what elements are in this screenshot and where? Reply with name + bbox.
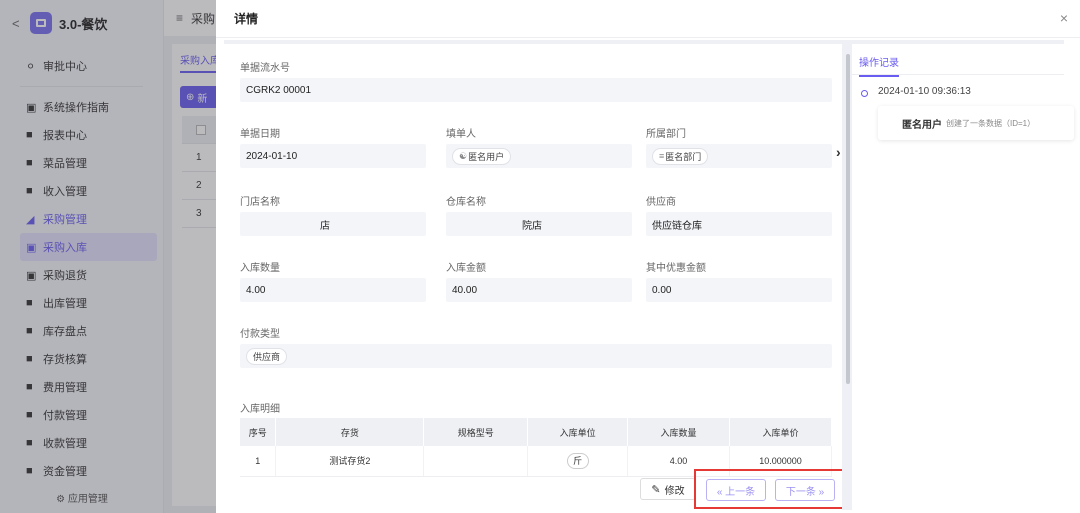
pay-type-chip: 供应商 — [246, 347, 288, 365]
column-header: 存货 — [275, 418, 425, 446]
history-divider — [852, 74, 1064, 75]
serial-value: CGRK2 00001 — [240, 78, 832, 102]
user-name: 匿名用户 — [468, 151, 505, 162]
user-icon: ☯ — [459, 150, 468, 161]
field-dept: 所属部门 ≡ 匿名部门 — [646, 126, 832, 168]
org-icon: ≡ — [659, 151, 665, 161]
qty-value: 4.00 — [240, 278, 426, 302]
drawer-header: 详情 — [216, 0, 1080, 38]
user-chip: ☯ 匿名用户 — [452, 147, 512, 165]
field-label: 仓库名称 — [446, 197, 486, 208]
field-label: 入库数量 — [240, 263, 280, 274]
field-label: 填单人 — [446, 129, 476, 140]
date-value: 2024-01-10 — [240, 144, 426, 168]
supplier-value: 供应链仓库 — [646, 212, 832, 236]
field-store: 门店名称 店 — [240, 194, 426, 236]
history-user: 匿名用户 — [902, 119, 942, 131]
pencil-icon: ✎ — [651, 483, 661, 496]
field-serial: 单据流水号 CGRK2 00001 — [240, 60, 832, 102]
column-header: 入库单位 — [527, 418, 629, 446]
field-label: 门店名称 — [240, 197, 280, 208]
detail-drawer: 详情 × 单据流水号 CGRK2 00001 单据日期 2024-01-10 填… — [216, 0, 1080, 513]
field-label: 所属部门 — [646, 129, 686, 140]
dept-name: 匿名部门 — [665, 151, 702, 162]
warehouse-value: 院店 — [446, 212, 632, 236]
filler-value: ☯ 匿名用户 — [446, 144, 632, 168]
field-date: 单据日期 2024-01-10 — [240, 126, 426, 168]
form-scrollbar[interactable] — [846, 54, 850, 384]
history-action: 创建了一条数据（ID=1） — [946, 118, 1036, 128]
edit-button-label: 修改 — [664, 485, 685, 497]
field-label: 供应商 — [646, 197, 676, 208]
warehouse-name: 院店 — [522, 220, 542, 232]
history-panel: 操作记录 2024-01-10 09:36:13 匿名用户 创建了一条数据（ID… — [852, 44, 1074, 510]
field-amount: 入库金额 40.00 — [446, 260, 632, 302]
unit-tag: 斤 — [566, 452, 589, 469]
edit-button[interactable]: ✎ 修改 — [640, 478, 696, 500]
field-label: 入库金额 — [446, 263, 486, 274]
dept-value: ≡ 匿名部门 — [646, 144, 832, 168]
cell-no: 1 — [240, 446, 277, 477]
column-header: 入库单价 — [729, 418, 832, 446]
field-qty: 入库数量 4.00 — [240, 260, 426, 302]
column-header: 序号 — [240, 418, 277, 446]
store-value: 店 — [240, 212, 426, 236]
timeline-dot-icon — [861, 90, 868, 97]
amount-value: 40.00 — [446, 278, 632, 302]
field-label: 其中优惠金额 — [646, 263, 706, 274]
cell-unit: 斤 — [527, 446, 629, 477]
drawer-body: 单据流水号 CGRK2 00001 单据日期 2024-01-10 填单人 ☯ 匿… — [224, 40, 1074, 510]
modal-overlay[interactable] — [0, 0, 216, 513]
chevron-right-icon[interactable]: › — [836, 144, 841, 160]
dept-chip: ≡ 匿名部门 — [652, 147, 709, 165]
field-warehouse: 仓库名称 院店 — [446, 194, 632, 236]
detail-section-title: 入库明细 — [240, 404, 280, 415]
table-header-row: 序号 存货 规格型号 入库单位 入库数量 入库单价 — [240, 418, 832, 446]
field-supplier: 供应商 供应链仓库 — [646, 194, 832, 236]
drawer-title: 详情 — [234, 12, 259, 26]
discount-value: 0.00 — [646, 278, 832, 302]
field-pay-type: 付款类型 供应商 — [240, 326, 832, 368]
field-label: 单据流水号 — [240, 63, 290, 74]
field-discount: 其中优惠金额 0.00 — [646, 260, 832, 302]
cell-spec — [423, 446, 529, 477]
store-name: 店 — [320, 220, 330, 232]
detail-table: 序号 存货 规格型号 入库单位 入库数量 入库单价 1 测试存货2 斤 4.00… — [240, 418, 832, 477]
history-time: 2024-01-10 09:36:13 — [878, 86, 971, 97]
column-header: 规格型号 — [423, 418, 529, 446]
field-filler: 填单人 ☯ 匿名用户 — [446, 126, 632, 168]
pay-type-value: 供应商 — [240, 344, 832, 368]
field-label: 付款类型 — [240, 329, 280, 340]
column-header: 入库数量 — [627, 418, 731, 446]
field-label: 单据日期 — [240, 129, 280, 140]
form-area: 单据流水号 CGRK2 00001 单据日期 2024-01-10 填单人 ☯ 匿… — [224, 44, 842, 510]
cell-item: 测试存货2 — [275, 446, 425, 477]
highlight-box — [694, 469, 842, 509]
close-icon[interactable]: × — [1060, 10, 1068, 26]
history-card: 匿名用户 创建了一条数据（ID=1） — [878, 106, 1074, 140]
